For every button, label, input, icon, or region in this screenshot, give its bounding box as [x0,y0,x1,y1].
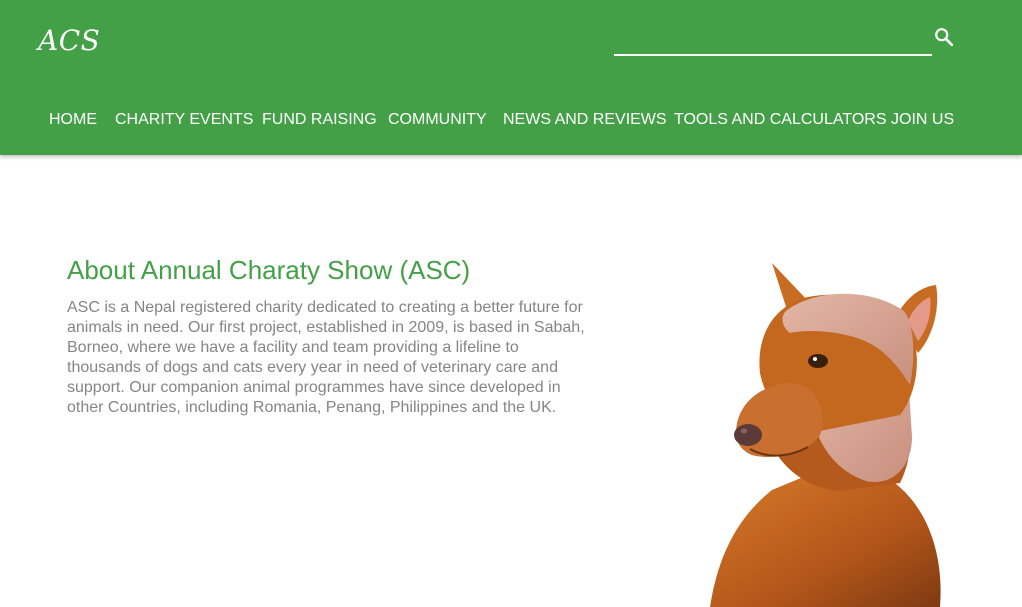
nav-tools-and-calculators[interactable]: TOOLS AND CALCULATORS [674,111,887,129]
site-header: ACS HOME CHARITY EVENTS FUND RAISING COM… [0,0,1022,155]
search-input[interactable] [614,24,932,56]
nav-join-us[interactable]: JOIN US [891,111,954,129]
about-description: ASC is a Nepal registered charity dedica… [67,299,585,416]
nav-news-and-reviews[interactable]: NEWS AND REVIEWS [503,111,667,129]
site-logo[interactable]: ACS [38,24,100,57]
search-icon[interactable] [933,26,955,48]
nav-fund-raising[interactable]: FUND RAISING [262,111,377,129]
nav-charity-events[interactable]: CHARITY EVENTS [115,111,253,129]
nav-community[interactable]: COMMUNITY [388,111,487,129]
dog-image [690,255,950,607]
nav-home[interactable]: HOME [49,111,97,129]
about-title: About Annual Charaty Show (ASC) [67,255,471,285]
